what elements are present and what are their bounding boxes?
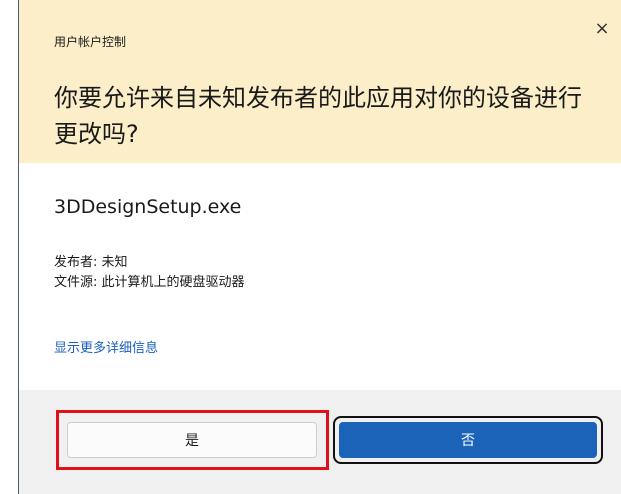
dialog-header: 用户帐户控制 × 你要允许来自未知发布者的此应用对你的设备进行更改吗? bbox=[19, 0, 621, 163]
dialog-title: 用户帐户控制 bbox=[54, 35, 127, 49]
show-details-link[interactable]: 显示更多详细信息 bbox=[54, 337, 158, 356]
uac-dialog: 用户帐户控制 × 你要允许来自未知发布者的此应用对你的设备进行更改吗? 3DDe… bbox=[18, 0, 621, 494]
file-origin-text: 文件源: 此计算机上的硬盘驱动器 bbox=[54, 275, 245, 290]
publisher-text: 发布者: 未知 bbox=[54, 255, 128, 270]
permission-question: 你要允许来自未知发布者的此应用对你的设备进行更改吗? bbox=[54, 84, 582, 148]
app-name: 3DDesignSetup.exe bbox=[54, 196, 242, 218]
publisher-info: 发布者: 未知 文件源: 此计算机上的硬盘驱动器 bbox=[54, 253, 245, 293]
no-button[interactable]: 否 bbox=[339, 422, 597, 458]
dialog-footer: 是 否 bbox=[19, 390, 621, 494]
yes-button[interactable]: 是 bbox=[67, 422, 317, 458]
close-icon[interactable]: × bbox=[591, 18, 613, 40]
